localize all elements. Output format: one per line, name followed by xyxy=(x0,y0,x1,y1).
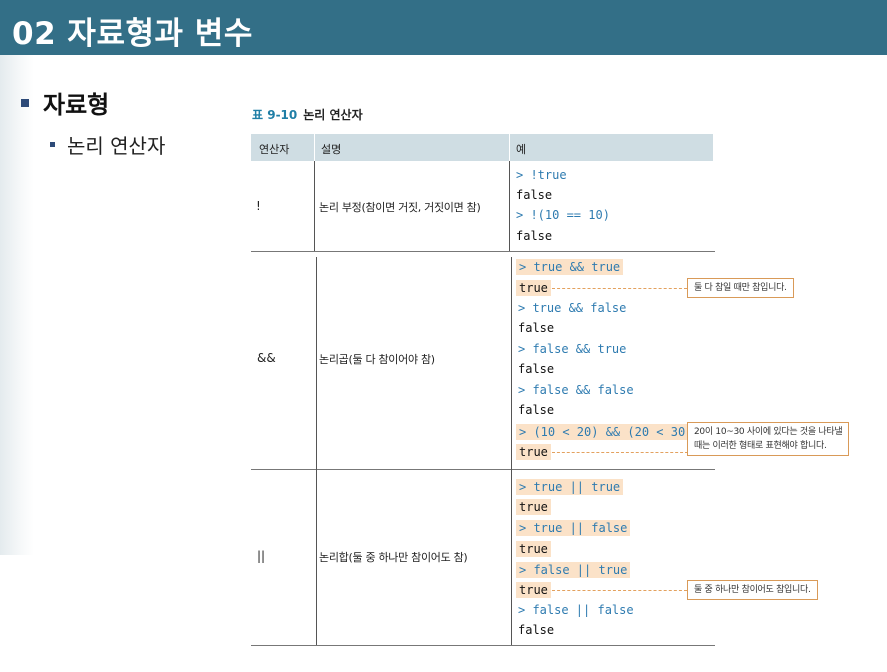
row-operator: || xyxy=(257,549,266,563)
row-description: 논리 부정(참이면 거짓, 거짓이면 참) xyxy=(319,201,481,214)
code-line: > true || true xyxy=(516,479,624,495)
table-caption: 표 9-10 논리 연산자 xyxy=(252,106,363,123)
code-line: false xyxy=(518,623,555,637)
code-line: > true && true xyxy=(516,259,624,275)
code-line: > !(10 == 10) xyxy=(516,208,610,222)
row-operator: ! xyxy=(256,199,261,213)
bullet-level1-text: 자료형 xyxy=(43,91,110,119)
column-divider xyxy=(316,469,317,645)
callout-connector xyxy=(552,590,687,591)
column-divider xyxy=(511,469,512,645)
column-divider xyxy=(509,161,510,251)
row-divider xyxy=(251,251,715,252)
header-description: 설명 xyxy=(321,143,342,156)
code-line: > true || false xyxy=(516,520,631,536)
header-example: 예 xyxy=(516,143,527,156)
code-line: false xyxy=(518,403,555,417)
code-line: true xyxy=(516,280,551,296)
square-bullet-icon xyxy=(21,99,29,107)
code-line: > false && true xyxy=(518,342,627,356)
callout-note-line: 20이 10~30 사이에 있다는 것을 나타낼 xyxy=(694,427,843,437)
callout-note: 둘 중 하나만 참이어도 참입니다. xyxy=(687,580,818,600)
bullet-level2: 논리 연산자 xyxy=(50,130,165,159)
code-line: > true && false xyxy=(518,301,627,315)
code-line: false xyxy=(518,362,555,376)
bullet-level2-text: 논리 연산자 xyxy=(67,134,166,158)
header-operator: 연산자 xyxy=(259,143,290,156)
title-bar: 02 자료형과 변수 xyxy=(0,0,887,55)
header-divider xyxy=(509,134,510,161)
code-line: true xyxy=(516,541,551,557)
header-divider xyxy=(314,134,315,161)
row-divider xyxy=(251,469,715,470)
code-line: true xyxy=(516,582,551,598)
row-operator: && xyxy=(257,351,276,365)
callout-note-line: 때는 이러한 형태로 표현해야 합니다. xyxy=(694,441,827,451)
column-divider xyxy=(316,257,317,469)
column-divider xyxy=(314,161,315,251)
code-line: > false || true xyxy=(516,562,631,578)
code-line: > false && false xyxy=(518,383,634,397)
small-square-bullet-icon xyxy=(50,142,55,147)
callout-note-range: 20이 10~30 사이에 있다는 것을 나타낼 때는 이러한 형태로 표현해야… xyxy=(687,422,850,456)
code-line: false xyxy=(516,188,553,202)
left-gradient-decoration xyxy=(0,55,34,555)
code-line: true xyxy=(516,444,551,460)
table-caption-text: 논리 연산자 xyxy=(303,108,363,122)
row-description: 논리합(둘 중 하나만 참이어도 참) xyxy=(319,551,468,564)
code-line: > false || false xyxy=(518,603,634,617)
code-line: > (10 < 20) && (20 < 30) xyxy=(516,424,696,440)
callout-connector xyxy=(552,452,688,453)
callout-note: 둘 다 참일 때만 참입니다. xyxy=(687,278,794,298)
column-divider xyxy=(511,257,512,469)
row-divider xyxy=(251,645,715,646)
table-caption-number: 표 9-10 xyxy=(252,108,298,122)
table-header-row: 연산자 설명 예 xyxy=(251,134,713,161)
code-line: > !true xyxy=(516,168,567,182)
code-line: false xyxy=(518,321,555,335)
code-line: false xyxy=(516,229,553,243)
callout-connector xyxy=(552,288,687,289)
bullet-level1: 자료형 xyxy=(21,85,109,120)
row-description: 논리곱(둘 다 참이어야 참) xyxy=(319,353,435,366)
code-line: true xyxy=(516,499,551,515)
slide-title: 02 자료형과 변수 xyxy=(12,16,253,52)
